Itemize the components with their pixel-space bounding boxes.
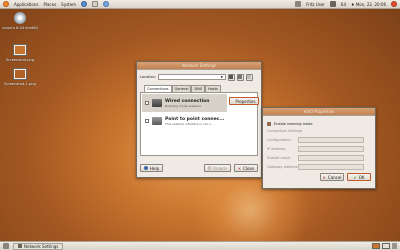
connections-list: Wired connection Roaming mode enabled Po… bbox=[140, 92, 260, 156]
desktop-icon-screenshot-1[interactable]: Screenshot-1.png bbox=[2, 68, 38, 86]
properties-button[interactable]: Properties bbox=[229, 97, 260, 105]
gateway-field[interactable] bbox=[298, 163, 364, 170]
trash-icon[interactable] bbox=[392, 243, 397, 249]
location-select[interactable]: ▼ bbox=[157, 74, 226, 80]
configuration-select[interactable] bbox=[298, 136, 364, 143]
location-label: Location: bbox=[140, 75, 156, 79]
connection-title: Wired connection bbox=[165, 98, 210, 104]
power-icon[interactable] bbox=[391, 1, 397, 7]
wired-enable-checkbox[interactable] bbox=[145, 101, 149, 105]
check-icon bbox=[247, 75, 252, 79]
help-label: Help bbox=[150, 165, 160, 171]
desktop-icon-label: Screenshot.png bbox=[5, 58, 35, 62]
workspace-2[interactable] bbox=[382, 243, 390, 249]
cancel-label: Cancel bbox=[327, 174, 342, 180]
image-file-icon bbox=[13, 68, 27, 80]
connection-row-wired[interactable]: Wired connection Roaming mode enabled bbox=[142, 94, 228, 112]
network-status-icon[interactable] bbox=[295, 1, 302, 7]
bottom-panel: Network Settings bbox=[0, 241, 400, 250]
subnet-mask-label: Subnet mask: bbox=[267, 155, 292, 160]
desktop-icon-label: ubuntu 8.04 amd64 bbox=[2, 26, 38, 30]
unlock-button[interactable]: Unlock bbox=[204, 164, 231, 172]
tab-connections[interactable]: Connections bbox=[144, 85, 172, 92]
subnet-mask-field[interactable] bbox=[298, 154, 364, 161]
modem-icon bbox=[152, 117, 162, 125]
properties-label: Properties bbox=[235, 98, 256, 104]
connection-subtitle: Roaming mode enabled bbox=[165, 103, 201, 108]
top-panel: Applications Places System Fritz User 64… bbox=[0, 0, 400, 9]
menu-places[interactable]: Places bbox=[43, 2, 56, 7]
workspace-1[interactable] bbox=[372, 243, 380, 249]
help-icon bbox=[144, 166, 148, 170]
cancel-icon: ✕ bbox=[322, 174, 326, 180]
cancel-button[interactable]: ✕ Cancel bbox=[320, 173, 344, 181]
unlock-icon bbox=[208, 166, 212, 170]
close-button[interactable]: ✕ Close bbox=[233, 164, 258, 172]
configuration-label: Configuration: bbox=[267, 137, 292, 142]
taskbar-network-settings[interactable]: Network Settings bbox=[13, 242, 64, 250]
window-title: eth0 Properties bbox=[303, 109, 335, 114]
connection-subtitle: This network interface is not c... bbox=[165, 121, 214, 126]
eth0-titlebar[interactable]: eth0 Properties bbox=[263, 108, 375, 116]
close-label: Close bbox=[243, 165, 254, 171]
gateway-label: Gateway address: bbox=[267, 164, 299, 169]
network-settings-titlebar[interactable]: Network Settings bbox=[137, 62, 261, 70]
weather-temp[interactable]: 64 bbox=[341, 2, 346, 7]
ip-address-field[interactable] bbox=[298, 145, 364, 152]
unlock-label: Unlock bbox=[213, 165, 227, 171]
desktop-icon-label: Screenshot-1.png bbox=[4, 82, 36, 86]
clock[interactable]: ♦ Mon, 22. 20:06 bbox=[351, 2, 386, 7]
ppp-enable-checkbox[interactable] bbox=[145, 119, 149, 123]
connection-title: Point to point connec... bbox=[165, 116, 225, 122]
save-icon bbox=[229, 75, 234, 79]
connection-settings-heading: Connection Settings bbox=[267, 129, 303, 133]
close-icon: ✕ bbox=[237, 165, 242, 171]
chevron-down-icon: ▼ bbox=[220, 75, 223, 79]
network-settings-window: Network Settings Location: ▼ Connections… bbox=[136, 61, 262, 178]
help-button[interactable]: Help bbox=[140, 164, 164, 172]
tab-general[interactable]: General bbox=[171, 85, 192, 92]
cdrom-icon bbox=[14, 12, 26, 24]
ok-label: OK bbox=[358, 174, 365, 180]
image-file-icon bbox=[13, 44, 27, 56]
browser-launcher-icon[interactable] bbox=[81, 1, 88, 7]
ok-button[interactable]: ✔ OK bbox=[347, 173, 371, 181]
menu-system[interactable]: System bbox=[61, 2, 76, 7]
user-name[interactable]: Fritz User bbox=[306, 2, 325, 7]
help-launcher-icon[interactable] bbox=[103, 1, 110, 7]
network-settings-task-icon bbox=[18, 244, 22, 248]
desktop-icon-cdrom[interactable]: ubuntu 8.04 amd64 bbox=[2, 12, 38, 30]
volume-icon[interactable] bbox=[329, 1, 336, 7]
tab-hosts[interactable]: Hosts bbox=[204, 85, 221, 92]
connection-row-ppp[interactable]: Point to point connec... This network in… bbox=[142, 112, 227, 130]
mail-launcher-icon[interactable] bbox=[92, 1, 99, 7]
apply-location-button[interactable] bbox=[245, 73, 253, 81]
roaming-label: Enable roaming mode bbox=[274, 121, 313, 126]
ok-icon: ✔ bbox=[353, 174, 357, 180]
wired-network-icon bbox=[152, 99, 162, 107]
window-title: Network Settings bbox=[181, 63, 217, 68]
taskbar-label: Network Settings bbox=[24, 243, 59, 249]
eth0-properties-window: eth0 Properties Enable roaming mode Conn… bbox=[262, 107, 376, 189]
ubuntu-logo-icon[interactable] bbox=[3, 1, 9, 7]
delete-icon bbox=[238, 75, 243, 79]
ip-address-label: IP address: bbox=[267, 146, 287, 151]
delete-location-button[interactable] bbox=[236, 73, 244, 81]
tab-dns[interactable]: DNS bbox=[191, 85, 205, 92]
menu-applications[interactable]: Applications bbox=[14, 2, 38, 7]
save-location-button[interactable] bbox=[227, 73, 235, 81]
show-desktop-icon[interactable] bbox=[3, 243, 9, 249]
roaming-checkbox[interactable] bbox=[267, 121, 271, 126]
desktop-icon-screenshot[interactable]: Screenshot.png bbox=[2, 44, 38, 62]
